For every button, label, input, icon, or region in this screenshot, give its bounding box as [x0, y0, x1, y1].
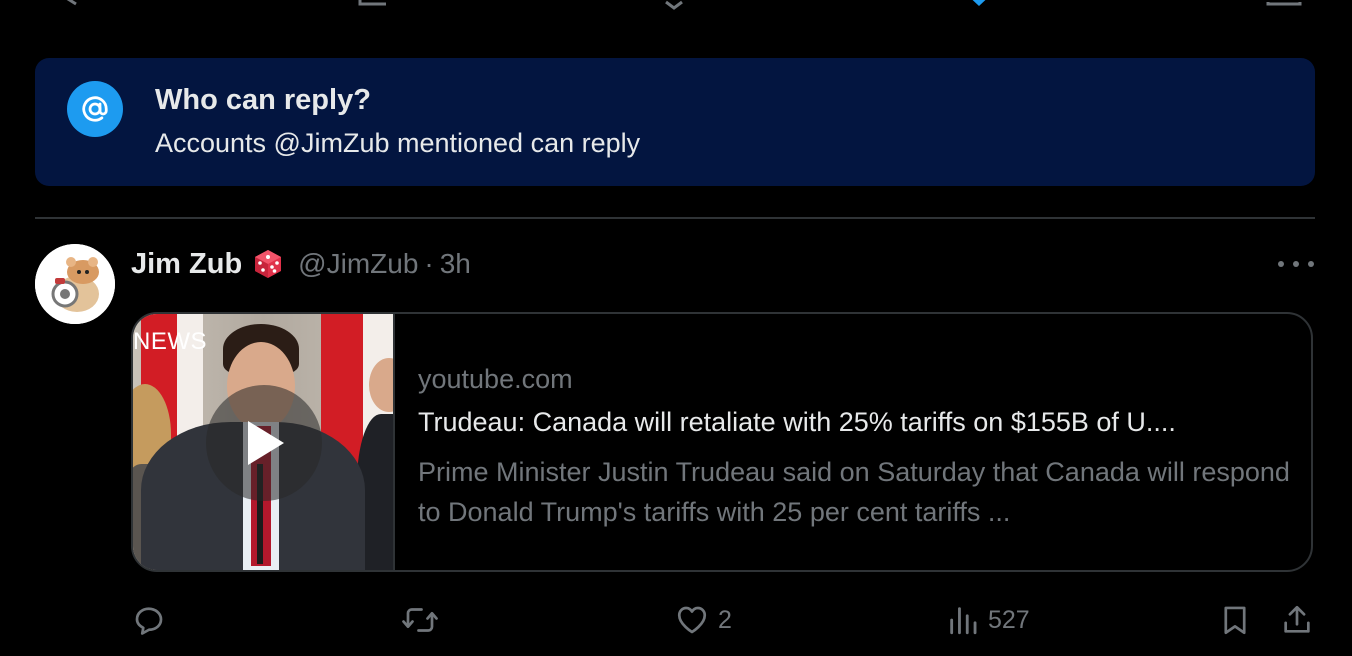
thumbnail-news-label: NEWS — [133, 328, 207, 355]
card-domain: youtube.com — [418, 364, 573, 394]
link-preview-card[interactable]: NEWS youtube.com Trudeau: Canada will re… — [131, 312, 1313, 572]
share-icon[interactable] — [1266, 0, 1302, 10]
share-icon — [1284, 605, 1310, 633]
author-handle[interactable]: @JimZub — [298, 248, 418, 280]
like-button[interactable]: 2 — [674, 596, 732, 644]
top-action-bar-fragment — [0, 0, 1352, 10]
card-description: Prime Minister Justin Trudeau said on Sa… — [418, 457, 1290, 527]
retweet-icon — [402, 608, 438, 632]
play-icon — [248, 421, 284, 465]
reply-restriction-banner — [35, 58, 1315, 186]
at-sign-icon — [67, 81, 123, 137]
author-name[interactable]: Jim Zub — [131, 248, 242, 281]
reply-restriction-subtitle: Accounts @JimZub mentioned can reply — [155, 128, 641, 158]
dice-icon — [252, 248, 284, 280]
retweet-icon[interactable] — [356, 0, 390, 10]
bar-chart-icon — [950, 607, 977, 635]
tweet-detail-view: Who can reply? Accounts @JimZub mentione… — [0, 0, 1352, 656]
divider — [35, 217, 1315, 219]
reply-icon[interactable] — [56, 0, 80, 10]
video-thumbnail[interactable]: NEWS — [133, 314, 395, 570]
like-count: 2 — [718, 605, 732, 634]
bookmark-button[interactable] — [1218, 596, 1252, 644]
card-title[interactable]: Trudeau: Canada will retaliate with 25% … — [418, 407, 1298, 438]
tweet-author-row: Jim Zub @JimZub · 3h — [131, 244, 471, 284]
retweet-button[interactable] — [400, 596, 448, 644]
reply-restriction-title: Who can reply? — [155, 84, 371, 116]
play-button[interactable] — [206, 385, 322, 501]
reply-button[interactable] — [131, 596, 175, 644]
share-button[interactable] — [1280, 596, 1314, 644]
tweet-timestamp[interactable]: 3h — [440, 248, 471, 280]
like-icon[interactable] — [662, 0, 686, 10]
views-button[interactable]: 527 — [946, 596, 1030, 644]
views-count: 527 — [988, 605, 1030, 634]
tweet-action-bar: 2 527 — [0, 596, 1352, 644]
avatar[interactable] — [35, 244, 115, 324]
separator-dot: · — [424, 248, 434, 279]
bookmark-icon — [1224, 606, 1246, 635]
reply-icon — [135, 607, 163, 635]
heart-icon — [677, 606, 707, 634]
bookmark-filled-icon[interactable] — [962, 0, 996, 10]
more-options-icon[interactable] — [1278, 252, 1314, 276]
